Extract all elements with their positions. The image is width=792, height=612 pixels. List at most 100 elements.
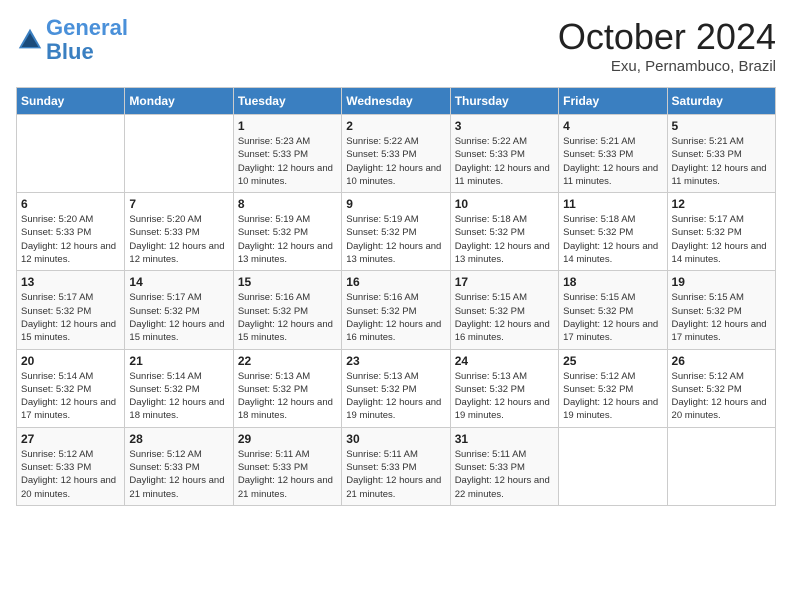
week-row-4: 20 Sunrise: 5:14 AMSunset: 5:32 PMDayligh… bbox=[17, 349, 776, 427]
day-header-wednesday: Wednesday bbox=[342, 88, 450, 115]
day-cell: 28 Sunrise: 5:12 AMSunset: 5:33 PMDayligh… bbox=[125, 427, 233, 505]
day-cell: 15Sunrise: 5:16 AMSunset: 5:32 PMDayligh… bbox=[233, 271, 341, 349]
day-header-sunday: Sunday bbox=[17, 88, 125, 115]
day-number: 2 bbox=[346, 119, 445, 133]
page-header: General Blue October 2024 Exu, Pernambuc… bbox=[16, 16, 776, 75]
day-info: Sunrise: 5:20 AMSunset: 5:33 PMDaylight:… bbox=[129, 213, 228, 266]
day-cell: 14Sunrise: 5:17 AMSunset: 5:32 PMDayligh… bbox=[125, 271, 233, 349]
day-number: 29 bbox=[238, 432, 337, 446]
day-info: Sunrise: 5:21 AMSunset: 5:33 PMDaylight:… bbox=[672, 135, 771, 188]
day-number: 8 bbox=[238, 197, 337, 211]
location: Exu, Pernambuco, Brazil bbox=[558, 58, 776, 75]
day-cell: 25 Sunrise: 5:12 AMSunset: 5:32 PMDayligh… bbox=[559, 349, 667, 427]
day-number: 7 bbox=[129, 197, 228, 211]
day-info: Sunrise: 5:22 AMSunset: 5:33 PMDaylight:… bbox=[346, 135, 445, 188]
day-cell: 2 Sunrise: 5:22 AMSunset: 5:33 PMDaylight… bbox=[342, 115, 450, 193]
day-info: Sunrise: 5:18 AMSunset: 5:32 PMDaylight:… bbox=[455, 213, 554, 266]
day-number: 9 bbox=[346, 197, 445, 211]
day-info: Sunrise: 5:15 AMSunset: 5:32 PMDaylight:… bbox=[455, 291, 554, 344]
day-info: Sunrise: 5:12 AMSunset: 5:33 PMDaylight:… bbox=[21, 448, 120, 501]
day-number: 16 bbox=[346, 275, 445, 289]
week-row-1: 1Sunrise: 5:23 AMSunset: 5:33 PMDaylight… bbox=[17, 115, 776, 193]
day-cell bbox=[559, 427, 667, 505]
logo-icon bbox=[16, 26, 44, 54]
day-cell: 6Sunrise: 5:20 AMSunset: 5:33 PMDaylight… bbox=[17, 193, 125, 271]
day-cell: 29 Sunrise: 5:11 AMSunset: 5:33 PMDayligh… bbox=[233, 427, 341, 505]
day-info: Sunrise: 5:21 AMSunset: 5:33 PMDaylight:… bbox=[563, 135, 662, 188]
logo-text: General Blue bbox=[46, 16, 128, 64]
day-number: 27 bbox=[21, 432, 120, 446]
day-info: Sunrise: 5:14 AMSunset: 5:32 PMDaylight:… bbox=[21, 370, 120, 423]
day-info: Sunrise: 5:13 AMSunset: 5:32 PMDaylight:… bbox=[455, 370, 554, 423]
day-header-thursday: Thursday bbox=[450, 88, 558, 115]
day-cell: 30 Sunrise: 5:11 AMSunset: 5:33 PMDayligh… bbox=[342, 427, 450, 505]
day-cell: 9Sunrise: 5:19 AMSunset: 5:32 PMDaylight… bbox=[342, 193, 450, 271]
day-info: Sunrise: 5:11 AMSunset: 5:33 PMDaylight:… bbox=[346, 448, 445, 501]
day-info: Sunrise: 5:17 AMSunset: 5:32 PMDaylight:… bbox=[129, 291, 228, 344]
day-cell: 31 Sunrise: 5:11 AMSunset: 5:33 PMDayligh… bbox=[450, 427, 558, 505]
day-number: 20 bbox=[21, 354, 120, 368]
day-info: Sunrise: 5:23 AMSunset: 5:33 PMDaylight:… bbox=[238, 135, 337, 188]
day-info: Sunrise: 5:16 AMSunset: 5:32 PMDaylight:… bbox=[346, 291, 445, 344]
header-row: SundayMondayTuesdayWednesdayThursdayFrid… bbox=[17, 88, 776, 115]
day-header-monday: Monday bbox=[125, 88, 233, 115]
day-number: 4 bbox=[563, 119, 662, 133]
day-number: 6 bbox=[21, 197, 120, 211]
day-header-saturday: Saturday bbox=[667, 88, 775, 115]
day-number: 28 bbox=[129, 432, 228, 446]
day-number: 13 bbox=[21, 275, 120, 289]
day-number: 12 bbox=[672, 197, 771, 211]
day-number: 22 bbox=[238, 354, 337, 368]
day-number: 25 bbox=[563, 354, 662, 368]
week-row-2: 6 Sunrise: 5:20 AMSunset: 5:33 PMDaylight… bbox=[17, 193, 776, 271]
day-cell: 12 Sunrise: 5:17 AMSunset: 5:32 PMDayligh… bbox=[667, 193, 775, 271]
day-info: Sunrise: 5:18 AMSunset: 5:32 PMDaylight:… bbox=[563, 213, 662, 266]
day-info: Sunrise: 5:17 AMSunset: 5:32 PMDaylight:… bbox=[21, 291, 120, 344]
day-number: 23 bbox=[346, 354, 445, 368]
logo: General Blue bbox=[16, 16, 128, 64]
week-row-3: 13 Sunrise: 5:17 AMSunset: 5:32 PMDayligh… bbox=[17, 271, 776, 349]
day-cell: 24 Sunrise: 5:13 AMSunset: 5:32 PMDayligh… bbox=[450, 349, 558, 427]
day-info: Sunrise: 5:22 AMSunset: 5:33 PMDaylight:… bbox=[455, 135, 554, 188]
day-number: 10 bbox=[455, 197, 554, 211]
day-info: Sunrise: 5:12 AMSunset: 5:33 PMDaylight:… bbox=[129, 448, 228, 501]
day-cell: 21 Sunrise: 5:14 AMSunset: 5:32 PMDayligh… bbox=[125, 349, 233, 427]
day-cell: 3 Sunrise: 5:22 AMSunset: 5:33 PMDaylight… bbox=[450, 115, 558, 193]
day-cell: 7 Sunrise: 5:20 AMSunset: 5:33 PMDaylight… bbox=[125, 193, 233, 271]
day-number: 21 bbox=[129, 354, 228, 368]
day-cell: 4 Sunrise: 5:21 AMSunset: 5:33 PMDaylight… bbox=[559, 115, 667, 193]
day-cell: 8 Sunrise: 5:19 AMSunset: 5:32 PMDaylight… bbox=[233, 193, 341, 271]
calendar-table: SundayMondayTuesdayWednesdayThursdayFrid… bbox=[16, 87, 776, 506]
day-info: Sunrise: 5:17 AMSunset: 5:32 PMDaylight:… bbox=[672, 213, 771, 266]
day-cell: 18Sunrise: 5:15 AMSunset: 5:32 PMDayligh… bbox=[559, 271, 667, 349]
day-number: 24 bbox=[455, 354, 554, 368]
day-info: Sunrise: 5:15 AMSunset: 5:32 PMDaylight:… bbox=[672, 291, 771, 344]
day-cell bbox=[667, 427, 775, 505]
day-cell: 26Sunrise: 5:12 AMSunset: 5:32 PMDayligh… bbox=[667, 349, 775, 427]
day-info: Sunrise: 5:12 AMSunset: 5:32 PMDaylight:… bbox=[563, 370, 662, 423]
day-cell bbox=[125, 115, 233, 193]
day-cell: 10 Sunrise: 5:18 AMSunset: 5:32 PMDayligh… bbox=[450, 193, 558, 271]
day-cell: 1Sunrise: 5:23 AMSunset: 5:33 PMDaylight… bbox=[233, 115, 341, 193]
day-info: Sunrise: 5:13 AMSunset: 5:32 PMDaylight:… bbox=[238, 370, 337, 423]
day-info: Sunrise: 5:14 AMSunset: 5:32 PMDaylight:… bbox=[129, 370, 228, 423]
day-cell: 20 Sunrise: 5:14 AMSunset: 5:32 PMDayligh… bbox=[17, 349, 125, 427]
day-cell: 22 Sunrise: 5:13 AMSunset: 5:32 PMDayligh… bbox=[233, 349, 341, 427]
day-info: Sunrise: 5:11 AMSunset: 5:33 PMDaylight:… bbox=[238, 448, 337, 501]
day-number: 15 bbox=[238, 275, 337, 289]
day-cell: 11Sunrise: 5:18 AMSunset: 5:32 PMDayligh… bbox=[559, 193, 667, 271]
day-cell: 16 Sunrise: 5:16 AMSunset: 5:32 PMDayligh… bbox=[342, 271, 450, 349]
day-number: 31 bbox=[455, 432, 554, 446]
day-info: Sunrise: 5:19 AMSunset: 5:32 PMDaylight:… bbox=[238, 213, 337, 266]
title-block: October 2024 Exu, Pernambuco, Brazil bbox=[558, 16, 776, 75]
day-info: Sunrise: 5:11 AMSunset: 5:33 PMDaylight:… bbox=[455, 448, 554, 501]
day-number: 30 bbox=[346, 432, 445, 446]
day-header-friday: Friday bbox=[559, 88, 667, 115]
day-number: 5 bbox=[672, 119, 771, 133]
day-cell: 27 Sunrise: 5:12 AMSunset: 5:33 PMDayligh… bbox=[17, 427, 125, 505]
day-cell: 13 Sunrise: 5:17 AMSunset: 5:32 PMDayligh… bbox=[17, 271, 125, 349]
day-number: 26 bbox=[672, 354, 771, 368]
day-number: 17 bbox=[455, 275, 554, 289]
day-header-tuesday: Tuesday bbox=[233, 88, 341, 115]
day-number: 3 bbox=[455, 119, 554, 133]
